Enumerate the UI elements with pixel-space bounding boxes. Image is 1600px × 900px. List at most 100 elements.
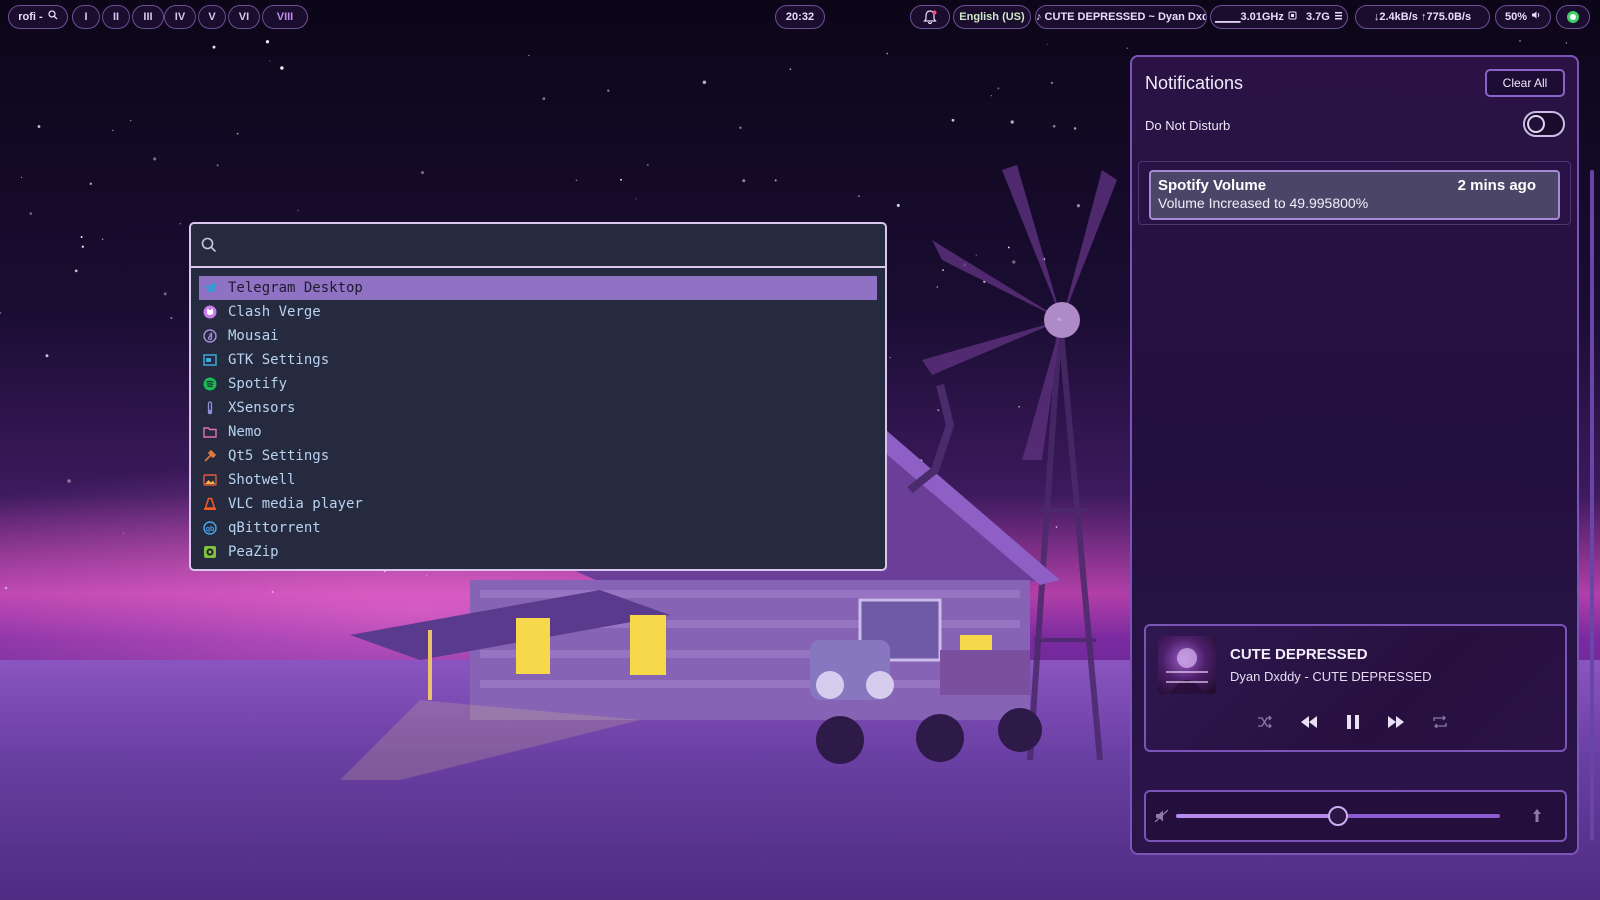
app-label: Qt5 Settings: [228, 448, 330, 464]
star: [122, 532, 125, 535]
repeat-icon: [1433, 715, 1447, 729]
notification-body: Volume Increased to 49.995800%: [1158, 195, 1369, 211]
app-label: Nemo: [228, 424, 262, 440]
star: [1519, 40, 1521, 42]
cpu-frequency: ▁▁▁3.01GHz: [1215, 11, 1284, 23]
app-label: Mousai: [228, 328, 279, 344]
star: [271, 590, 274, 593]
rofi-search-input[interactable]: [225, 232, 865, 260]
gtk-settings-icon: [202, 352, 218, 368]
vlc-icon: [202, 496, 218, 512]
bell-icon: [923, 10, 937, 25]
app-item-xsensors[interactable]: XSensors: [199, 396, 877, 420]
notification-time: 2 mins ago: [1457, 177, 1536, 194]
workspace-3[interactable]: III: [132, 5, 164, 29]
app-item-qbittorrent[interactable]: qb qBittorrent: [199, 516, 877, 540]
app-label: PeaZip: [228, 544, 279, 560]
xsensors-icon: [202, 400, 218, 416]
app-item-gtk-settings[interactable]: GTK Settings: [199, 348, 877, 372]
notifications-button[interactable]: [910, 5, 950, 29]
workspace-5[interactable]: V: [198, 5, 226, 29]
volume-up-icon[interactable]: [1531, 808, 1543, 824]
do-not-disturb-toggle[interactable]: [1523, 111, 1565, 137]
cpu-memory-module[interactable]: ▁▁▁3.01GHz 3.7G: [1210, 5, 1348, 29]
network-speed[interactable]: ↓2.4kB/s ↑775.0B/s: [1355, 5, 1490, 29]
star: [1126, 47, 1128, 49]
workspace-4[interactable]: IV: [164, 5, 196, 29]
clear-all-button[interactable]: Clear All: [1485, 69, 1565, 97]
workspace-1[interactable]: I: [72, 5, 100, 29]
workspace-8-active[interactable]: VIII: [262, 5, 308, 29]
search-icon: [201, 237, 217, 253]
shuffle-button[interactable]: [1253, 710, 1277, 734]
playback-controls: [1146, 710, 1565, 734]
app-item-clash-verge[interactable]: Clash Verge: [199, 300, 877, 324]
app-item-mousai[interactable]: Mousai: [199, 324, 877, 348]
notification-list: Spotify Volume 2 mins ago Volume Increas…: [1138, 161, 1571, 225]
peazip-icon: [202, 544, 218, 560]
rofi-launcher-button[interactable]: rofi -: [8, 5, 68, 29]
mute-icon[interactable]: [1154, 808, 1170, 824]
volume-slider-handle[interactable]: [1328, 806, 1348, 826]
app-item-vlc-media-player[interactable]: VLC media player: [199, 492, 877, 516]
star: [179, 223, 181, 225]
star: [789, 68, 792, 70]
svg-text:qb: qb: [206, 526, 215, 533]
volume-module[interactable]: 50%: [1495, 5, 1551, 29]
mousai-icon: [202, 328, 218, 344]
notification-center-title: Notifications: [1145, 73, 1244, 93]
volume-slider-track[interactable]: [1176, 806, 1500, 826]
album-cover: [1158, 636, 1216, 694]
memory-icon: [1334, 12, 1342, 20]
now-playing[interactable]: ♪ CUTE DEPRESSED ~ Dyan Dxddy: [1035, 5, 1207, 29]
next-button[interactable]: [1384, 710, 1408, 734]
repeat-button[interactable]: [1428, 710, 1452, 734]
star: [81, 245, 84, 248]
tray-button[interactable]: [1556, 5, 1590, 29]
app-item-nemo[interactable]: Nemo: [199, 420, 877, 444]
star: [702, 80, 707, 85]
pause-button[interactable]: [1341, 710, 1365, 734]
app-label: VLC media player: [228, 496, 363, 512]
workspace-6[interactable]: VI: [228, 5, 260, 29]
star: [4, 586, 8, 590]
app-item-peazip[interactable]: PeaZip: [199, 540, 877, 564]
speaker-icon: [1532, 11, 1540, 19]
volume-slider-widget: [1144, 790, 1567, 842]
rofi-app-list: Telegram Desktop Clash Verge Mousai GTK …: [199, 276, 877, 564]
track-artist-album: Dyan Dxddy - CUTE DEPRESSED: [1230, 669, 1432, 684]
star: [951, 118, 955, 122]
star: [112, 129, 114, 132]
app-item-shotwell[interactable]: Shotwell: [199, 468, 877, 492]
star: [1073, 127, 1077, 130]
app-item-qt5-settings[interactable]: Qt5 Settings: [199, 444, 877, 468]
search-icon: [48, 10, 58, 20]
star: [212, 45, 216, 49]
rofi-search-bar: [191, 224, 885, 268]
pause-icon: [1347, 715, 1359, 729]
app-item-spotify[interactable]: Spotify: [199, 372, 877, 396]
star: [997, 87, 1000, 90]
app-label: qBittorrent: [228, 520, 321, 536]
toggle-knob: [1527, 115, 1545, 133]
qbittorrent-icon: qb: [202, 520, 218, 536]
app-label: Telegram Desktop: [228, 280, 363, 296]
star: [37, 125, 41, 128]
star: [130, 119, 132, 122]
workspace-2[interactable]: II: [102, 5, 130, 29]
notification-center: Notifications Clear All Do Not Disturb S…: [1130, 55, 1579, 855]
star: [101, 238, 104, 240]
app-item-telegram-desktop[interactable]: Telegram Desktop: [199, 276, 877, 300]
star: [170, 316, 173, 320]
notification-card[interactable]: Spotify Volume 2 mins ago Volume Increas…: [1149, 170, 1560, 220]
star: [1046, 43, 1048, 45]
keyboard-layout[interactable]: English (US): [953, 5, 1031, 29]
do-not-disturb-label: Do Not Disturb: [1145, 118, 1231, 133]
tray-app-icon: [1567, 11, 1579, 23]
telegram-icon: [202, 280, 218, 296]
star: [886, 52, 889, 55]
clock[interactable]: 20:32: [775, 5, 825, 29]
previous-button[interactable]: [1297, 710, 1321, 734]
top-status-bar: rofi - I II III IV V VI VIII 20:32 Engli…: [0, 0, 1600, 34]
panel-edge-scrollbar[interactable]: [1590, 170, 1594, 840]
